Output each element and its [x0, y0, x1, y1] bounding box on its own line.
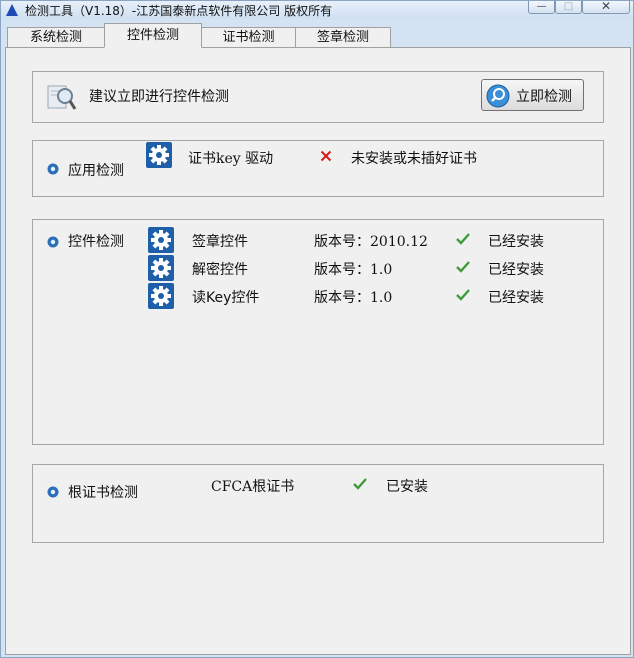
control-item-version: 版本号：2010.12 — [314, 234, 428, 250]
window-title: 检测工具（V1.18）-江苏国泰新点软件有限公司 版权所有 — [25, 4, 333, 18]
tab-system-check[interactable]: 系统检测 — [7, 27, 105, 48]
control-item-status: 已经安装 — [488, 262, 544, 278]
control-item-version: 版本号：1.0 — [314, 290, 393, 306]
gear-icon — [148, 255, 174, 281]
tab-certificate-check[interactable]: 证书检测 — [201, 27, 296, 48]
control-item-status: 已经安装 — [488, 234, 544, 250]
check-now-button[interactable]: 立即检测 — [481, 79, 584, 111]
title-bar[interactable]: 检测工具（V1.18）-江苏国泰新点软件有限公司 版权所有 — □ ✕ — [1, 0, 633, 19]
control-item-status: 已经安装 — [488, 290, 544, 306]
app-check-label: 应用检测 — [68, 163, 124, 179]
cross-icon — [320, 150, 332, 162]
cert-key-driver-name: 证书key 驱动 — [188, 151, 274, 167]
cert-key-driver-status: 未安装或未插好证书 — [351, 151, 477, 167]
maximize-button[interactable]: □ — [555, 1, 582, 14]
root-cert-check-label: 根证书检测 — [68, 485, 138, 501]
root-cert-name: CFCA根证书 — [211, 479, 295, 495]
control-item-name: 读Key控件 — [192, 290, 260, 306]
tab-signature-check[interactable]: 签章检测 — [295, 27, 391, 48]
check-icon — [456, 289, 470, 301]
gear-icon — [148, 227, 174, 253]
app-logo-icon — [6, 4, 18, 16]
search-icon — [486, 84, 510, 108]
check-icon — [456, 233, 470, 245]
control-check-panel: 控件检测 签章控件 版本号：2010.12 已经安装 解密控件 版本号：1.0 … — [32, 219, 604, 445]
bullet-icon — [47, 163, 59, 175]
bullet-icon — [47, 486, 59, 498]
app-check-panel: 应用检测 证书key 驱动 未安装或未插好证书 — [32, 140, 604, 197]
gear-icon — [146, 142, 172, 168]
control-check-label: 控件检测 — [68, 234, 124, 250]
control-item-version: 版本号：1.0 — [314, 262, 393, 278]
close-button[interactable]: ✕ — [582, 0, 630, 14]
root-cert-status: 已安装 — [386, 479, 428, 495]
control-item-name: 签章控件 — [192, 234, 248, 250]
root-cert-check-panel: 根证书检测 CFCA根证书 已安装 — [32, 464, 604, 543]
control-item-name: 解密控件 — [192, 262, 248, 278]
check-icon — [353, 478, 367, 490]
advice-text: 建议立即进行控件检测 — [89, 89, 229, 105]
check-icon — [456, 261, 470, 273]
app-window: 检测工具（V1.18）-江苏国泰新点软件有限公司 版权所有 — □ ✕ 系统检测… — [0, 0, 634, 658]
tab-control-check[interactable]: 控件检测 — [104, 23, 202, 48]
advice-panel: 建议立即进行控件检测 立即检测 — [32, 71, 604, 123]
check-now-label: 立即检测 — [516, 89, 572, 105]
magnifier-icon — [47, 85, 77, 110]
minimize-button[interactable]: — — [528, 1, 555, 14]
bullet-icon — [47, 236, 59, 248]
gear-icon — [148, 283, 174, 309]
